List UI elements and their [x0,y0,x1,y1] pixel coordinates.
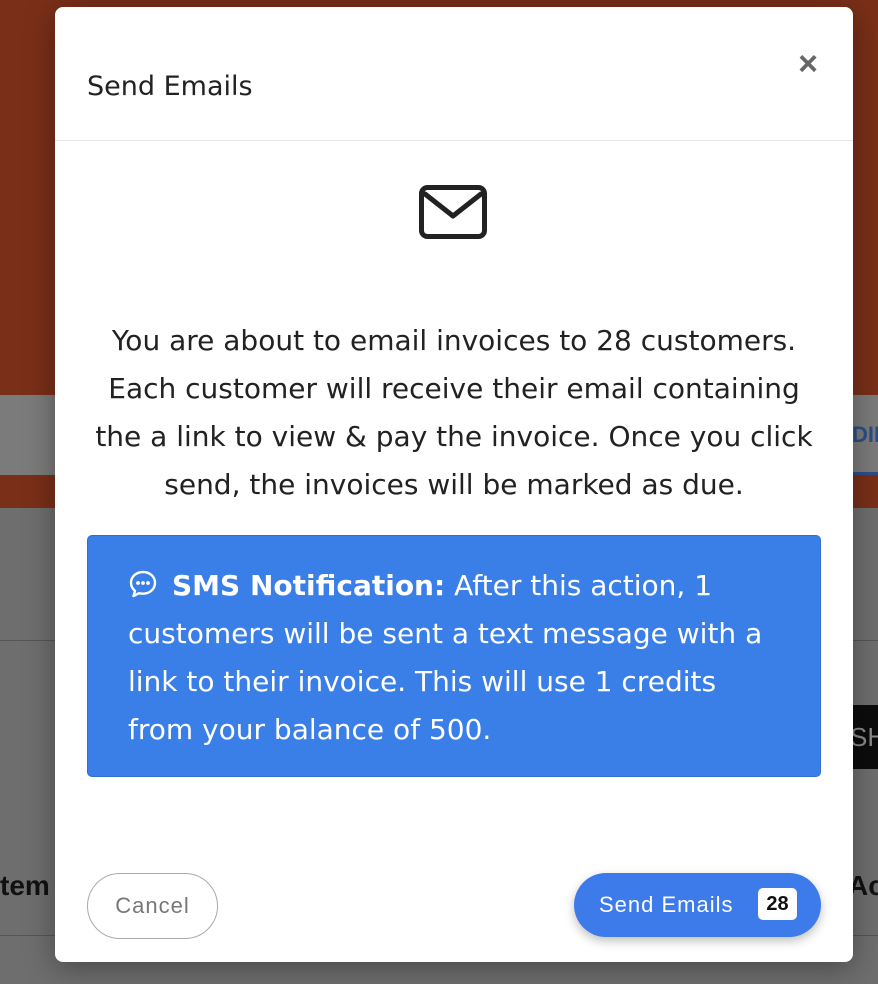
send-emails-modal: Send Emails × You are about to email inv… [55,7,853,962]
modal-title: Send Emails [87,71,253,102]
modal-message: You are about to email invoices to 28 cu… [95,324,813,501]
cancel-button[interactable]: Cancel [87,873,218,939]
send-emails-label: Send Emails [599,892,734,917]
sms-title: SMS Notification: [172,569,446,602]
background-column-header: tem [0,870,50,901]
background-tab-label: DIN [852,422,878,447]
envelope-icon [419,185,487,239]
close-icon[interactable]: × [793,47,823,81]
recipient-count-badge: 28 [758,888,797,920]
sms-notification-alert: SMS Notification: After this action, 1 c… [87,535,821,777]
send-emails-button[interactable]: Send Emails 28 [574,873,821,937]
chat-bubble-icon [129,570,157,598]
modal-header: Send Emails × [55,7,853,141]
